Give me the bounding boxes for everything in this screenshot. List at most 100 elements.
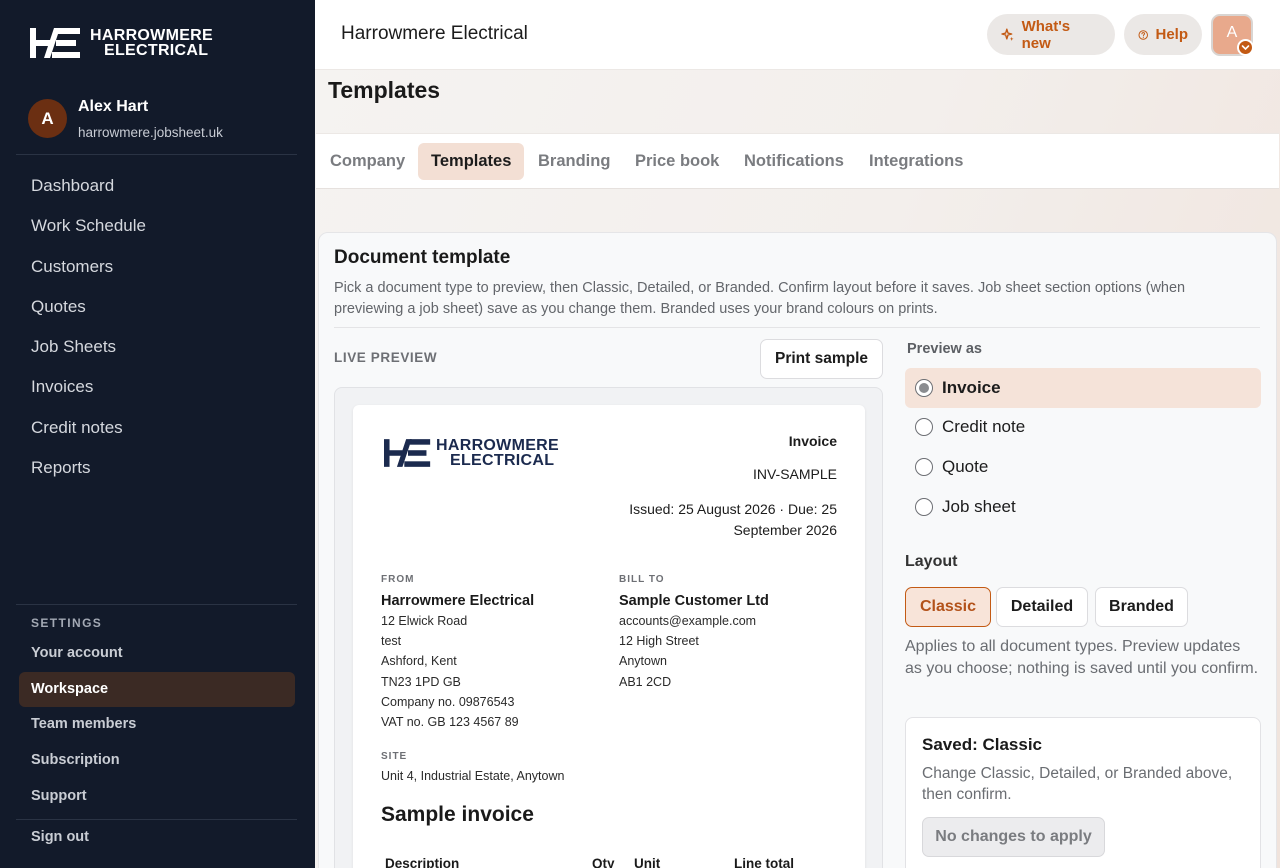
site-address: Unit 4, Industrial Estate, Anytown: [381, 769, 565, 783]
nav-item-dashboard[interactable]: Dashboard: [31, 166, 146, 206]
main-nav: Dashboard Work Schedule Customers Quotes…: [31, 166, 146, 488]
radio-credit-note[interactable]: Credit note: [905, 408, 1261, 448]
account-menu-avatar[interactable]: A: [1211, 14, 1254, 56]
settings-section-label: SETTINGS: [31, 616, 103, 630]
column-qty: Qty: [592, 856, 615, 868]
apply-changes-button[interactable]: No changes to apply: [922, 817, 1105, 857]
nav-item-credit-notes[interactable]: Credit notes: [31, 408, 146, 448]
user-name: Alex Hart: [78, 98, 149, 115]
user-profile[interactable]: A Alex Hart harrowmere.jobsheet.uk: [28, 98, 223, 140]
radio-label: Job sheet: [942, 496, 1016, 516]
bill-to-address: Sample Customer Ltd accounts@example.com…: [619, 591, 769, 692]
address-line: accounts@example.com: [619, 614, 757, 628]
radio-button[interactable]: [915, 378, 933, 397]
tab-templates[interactable]: Templates: [418, 143, 525, 180]
user-avatar: A: [28, 99, 67, 138]
radio-button[interactable]: [915, 497, 933, 516]
document-dates: Issued: 25 August 2026 · Due: 25 Septemb…: [629, 501, 837, 538]
sidebar-divider: [16, 819, 297, 820]
document-heading: Sample invoice: [381, 803, 534, 826]
radio-button[interactable]: [915, 457, 933, 476]
radio-quote[interactable]: Quote: [905, 447, 1261, 487]
settings-item-workspace[interactable]: Workspace: [19, 671, 295, 708]
sidebar-divider: [16, 604, 297, 605]
settings-item-team-members[interactable]: Team members: [19, 707, 295, 743]
radio-label: Credit note: [942, 417, 1026, 437]
saved-layout-title: Saved: Classic: [922, 735, 1043, 754]
tab-company[interactable]: Company: [317, 143, 418, 180]
column-description: Description: [385, 856, 460, 868]
layout-classic-button[interactable]: Classic: [905, 587, 991, 627]
layout-detailed-button[interactable]: Detailed: [996, 587, 1088, 627]
whats-new-label: What's new: [1021, 17, 1071, 52]
address-line: Anytown: [619, 654, 667, 669]
nav-item-work-schedule[interactable]: Work Schedule: [31, 206, 146, 246]
radio-invoice[interactable]: Invoice: [905, 368, 1261, 408]
whats-new-button[interactable]: What's new: [987, 14, 1115, 55]
saved-layout-description: Change Classic, Detailed, or Branded abo…: [922, 765, 1233, 803]
address-line: VAT no. GB 123 4567 89: [381, 715, 519, 730]
from-name: Harrowmere Electrical: [381, 593, 535, 609]
address-line: AB1 2CD: [619, 674, 672, 689]
column-line-total: Line total: [734, 856, 794, 868]
sidebar: HARROWMERE ELECTRICAL A Alex Hart harrow…: [0, 0, 315, 868]
sign-out-link[interactable]: Sign out: [31, 829, 89, 845]
site-label: SITE: [381, 751, 408, 762]
avatar-initial: A: [1226, 24, 1238, 41]
radio-job-sheet[interactable]: Job sheet: [905, 487, 1261, 527]
card-divider: [334, 327, 1260, 328]
workspace-title: Harrowmere Electrical: [341, 23, 528, 44]
document-preview: HARROWMERE ELECTRICAL Invoice INV-SAMPLE…: [353, 405, 865, 868]
chevron-down-icon: [1237, 39, 1254, 56]
tab-notifications[interactable]: Notifications: [731, 143, 857, 180]
bill-to-name: Sample Customer Ltd: [619, 593, 769, 609]
preview-as-label: Preview as: [907, 341, 982, 357]
page-title: Templates: [328, 77, 441, 103]
tab-branding[interactable]: Branding: [525, 143, 623, 180]
question-circle-icon: [1138, 29, 1148, 40]
address-line: 12 Elwick Road: [381, 614, 468, 628]
document-wordmark: HARROWMERE ELECTRICAL: [436, 437, 559, 469]
address-line: 12 High Street: [619, 634, 699, 649]
layout-help-text: Applies to all document types. Preview u…: [905, 638, 1259, 677]
settings-item-support[interactable]: Support: [19, 779, 295, 815]
address-line: Ashford, Kent: [381, 654, 457, 669]
radio-label: Quote: [942, 456, 989, 476]
layout-branded-button[interactable]: Branded: [1095, 587, 1188, 627]
logo-mark-icon: [30, 28, 80, 58]
settings-tabs: Company Templates Branding Price book No…: [316, 133, 1279, 189]
print-sample-button[interactable]: Print sample: [760, 339, 883, 379]
logo-mark-icon: [384, 439, 431, 467]
document-template-card: Document template Pick a document type t…: [318, 232, 1277, 868]
help-button[interactable]: Help: [1124, 14, 1202, 55]
layout-label: Layout: [905, 553, 958, 570]
settings-item-your-account[interactable]: Your account: [19, 636, 295, 672]
top-bar: Harrowmere Electrical What's new Help A: [315, 0, 1280, 70]
sparkle-icon: [1001, 28, 1014, 41]
nav-item-reports[interactable]: Reports: [31, 448, 146, 488]
settings-item-subscription[interactable]: Subscription: [19, 743, 295, 779]
radio-button[interactable]: [915, 418, 933, 437]
column-unit: Unit: [634, 856, 661, 868]
tab-integrations[interactable]: Integrations: [856, 143, 976, 180]
address-line: TN23 1PD GB: [381, 674, 461, 689]
tab-price-book[interactable]: Price book: [622, 143, 732, 180]
address-line: Company no. 09876543: [381, 694, 515, 709]
live-preview-frame[interactable]: HARROWMERE ELECTRICAL Invoice INV-SAMPLE…: [334, 387, 883, 868]
nav-item-customers[interactable]: Customers: [31, 247, 146, 287]
card-title: Document template: [334, 247, 511, 268]
nav-item-invoices[interactable]: Invoices: [31, 367, 146, 407]
radio-label: Invoice: [942, 377, 1001, 397]
brand-logo[interactable]: HARROWMERE ELECTRICAL: [30, 26, 213, 60]
from-label: FROM: [381, 574, 415, 585]
nav-item-job-sheets[interactable]: Job Sheets: [31, 327, 146, 367]
user-domain: harrowmere.jobsheet.uk: [78, 125, 223, 140]
preview-type-radio-group: Invoice Credit note Quote Job sheet: [905, 368, 1261, 526]
sidebar-divider: [16, 154, 297, 155]
card-description: Pick a document type to preview, then Cl…: [334, 280, 1186, 317]
document-logo: HARROWMERE ELECTRICAL: [384, 437, 559, 469]
address-line: test: [381, 634, 402, 649]
document-type: Invoice: [788, 433, 837, 449]
live-preview-label: LIVE PREVIEW: [334, 350, 438, 365]
nav-item-quotes[interactable]: Quotes: [31, 287, 146, 327]
